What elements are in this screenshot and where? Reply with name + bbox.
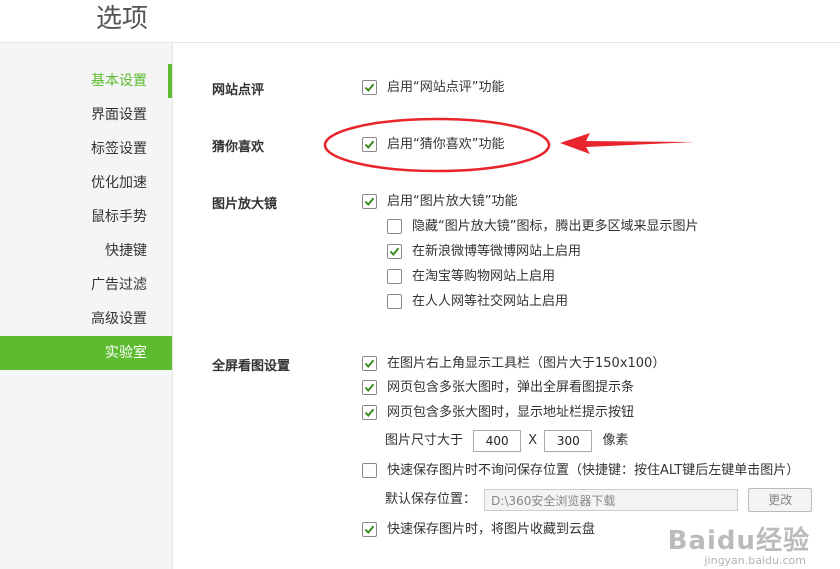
sidebar-item-shortcuts[interactable]: 快捷键 (0, 234, 172, 268)
option-row[interactable]: 在淘宝等购物网站上启用 (387, 268, 555, 286)
save-location-row: 默认保存位置： D:\360安全浏览器下载 更改 (385, 487, 813, 513)
option-row[interactable]: 网页包含多张大图时，弹出全屏看图提示条 (362, 379, 634, 397)
option-row[interactable]: 快速保存图片时不询问保存位置（快捷键：按住ALT键后左键单击图片） (362, 462, 799, 480)
save-location-label: 默认保存位置： (385, 492, 477, 507)
option-label: 在淘宝等购物网站上启用 (412, 269, 556, 284)
checkbox[interactable] (387, 218, 402, 234)
sidebar-item-label: 实验室 (105, 345, 147, 361)
sidebar-item-label: 快捷键 (105, 243, 147, 259)
sidebar-item-label: 高级设置 (91, 311, 147, 327)
option-row[interactable]: 快速保存图片时，将图片收藏到云盘 (362, 521, 595, 539)
image-width-input[interactable]: 400 (473, 430, 522, 452)
sidebar-item-label: 标签设置 (91, 141, 147, 157)
change-location-button[interactable]: 更改 (748, 488, 813, 512)
watermark-logo: Baidu经验 (667, 526, 810, 556)
sidebar: 基本设置 界面设置 标签设置 优化加速 鼠标手势 快捷键 广告过滤 高级设置 实… (0, 43, 173, 569)
baidu-watermark: Baidu经验 jingyan.baidu.com (667, 520, 810, 567)
checkmark-icon (389, 247, 400, 256)
settings-panel: 网站点评 启用“网站点评”功能 猜你喜欢 启用“猜你喜欢”功能 图片放大镜 启用… (172, 43, 840, 569)
option-label: 快速保存图片时不询问保存位置（快捷键：按住ALT键后左键单击图片） (387, 463, 800, 478)
checkmark-icon (364, 408, 375, 417)
option-row[interactable]: 在人人网等社交网站上启用 (387, 293, 568, 311)
option-row[interactable]: 在图片右上角显示工具栏（图片大于150x100） (362, 355, 665, 373)
checkmark-icon (364, 140, 375, 149)
section-label-site-review: 网站点评 (212, 83, 265, 98)
checkbox[interactable] (362, 404, 377, 420)
option-row[interactable]: 启用“猜你喜欢”功能 (362, 136, 504, 154)
option-label: 启用“网站点评”功能 (387, 80, 505, 95)
option-label: 在人人网等社交网站上启用 (412, 294, 569, 309)
option-label: 在新浪微博等微博网站上启用 (412, 244, 582, 259)
option-row[interactable]: 隐藏“图片放大镜”图标，腾出更多区域来显示图片 (387, 218, 698, 236)
sidebar-item-basic-settings[interactable]: 基本设置 (0, 64, 172, 98)
size-unit: 像素 (602, 433, 629, 448)
checkbox[interactable] (362, 462, 377, 478)
window-title: 选项 (96, 4, 149, 34)
checkmark-icon (364, 383, 375, 392)
image-size-row: 图片尺寸大于 400 X 300 像素 (385, 429, 629, 453)
option-row[interactable]: 启用“网站点评”功能 (362, 79, 504, 97)
sidebar-item-label: 鼠标手势 (91, 209, 147, 225)
image-size-label: 图片尺寸大于 (385, 433, 464, 448)
option-row[interactable]: 在新浪微博等微博网站上启用 (387, 243, 581, 261)
image-height-input[interactable]: 300 (544, 430, 593, 452)
checkmark-icon (364, 525, 375, 534)
sidebar-item-label: 广告过滤 (91, 277, 147, 293)
sidebar-item-tab-settings[interactable]: 标签设置 (0, 132, 172, 166)
option-label: 隐藏“图片放大镜”图标，腾出更多区域来显示图片 (412, 219, 699, 234)
option-row[interactable]: 网页包含多张大图时，显示地址栏提示按钮 (362, 404, 634, 422)
option-label: 快速保存图片时，将图片收藏到云盘 (387, 522, 596, 537)
sidebar-item-label: 界面设置 (91, 107, 147, 123)
option-label: 网页包含多张大图时，弹出全屏看图提示条 (387, 380, 635, 395)
option-row[interactable]: 启用“图片放大镜”功能 (362, 193, 517, 211)
size-separator: X (528, 433, 538, 448)
checkmark-icon (364, 197, 375, 206)
sidebar-item-ad-filter[interactable]: 广告过滤 (0, 268, 172, 302)
sidebar-item-advanced-settings[interactable]: 高级设置 (0, 302, 172, 336)
sidebar-item-interface-settings[interactable]: 界面设置 (0, 98, 172, 132)
option-label: 启用“图片放大镜”功能 (387, 194, 518, 209)
option-label: 在图片右上角显示工具栏（图片大于150x100） (387, 356, 666, 371)
checkbox[interactable] (362, 136, 377, 152)
checkbox[interactable] (362, 193, 377, 209)
checkmark-icon (364, 83, 375, 92)
option-label: 网页包含多张大图时，显示地址栏提示按钮 (387, 405, 635, 420)
section-label-guess-you-like: 猜你喜欢 (212, 140, 265, 155)
checkbox[interactable] (362, 379, 377, 395)
checkbox[interactable] (387, 293, 402, 309)
section-label-image-magnifier: 图片放大镜 (212, 197, 278, 212)
checkmark-icon (364, 359, 375, 368)
section-label-fullscreen-view: 全屏看图设置 (212, 359, 291, 374)
save-path-input[interactable]: D:\360安全浏览器下载 (484, 489, 739, 511)
watermark-url: jingyan.baidu.com (704, 554, 806, 567)
checkbox[interactable] (387, 243, 402, 259)
sidebar-item-label: 基本设置 (91, 73, 147, 89)
sidebar-item-lab[interactable]: 实验室 (0, 336, 172, 370)
option-label: 启用“猜你喜欢”功能 (387, 137, 505, 152)
sidebar-item-mouse-gestures[interactable]: 鼠标手势 (0, 200, 172, 234)
sidebar-item-optimization[interactable]: 优化加速 (0, 166, 172, 200)
checkbox[interactable] (387, 268, 402, 284)
sidebar-item-label: 优化加速 (91, 175, 147, 191)
checkbox[interactable] (362, 355, 377, 371)
checkbox[interactable] (362, 79, 377, 95)
checkbox[interactable] (362, 521, 377, 537)
